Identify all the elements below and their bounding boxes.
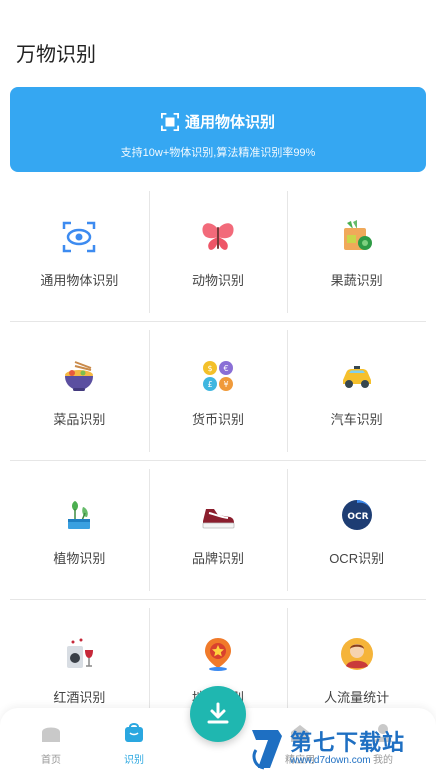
- svg-text:$: $: [207, 364, 212, 373]
- banner-subtitle: 支持10w+物体识别,算法精准识别率99%: [120, 147, 316, 159]
- svg-text:OCR: OCR: [347, 512, 368, 522]
- tile-label: 汽车识别: [330, 412, 383, 427]
- person-icon: [340, 638, 373, 670]
- eye-scan-icon: [63, 221, 96, 253]
- download-icon: [207, 702, 229, 724]
- tile-fruit-vegetable[interactable]: 果蔬识别: [287, 183, 426, 321]
- grid-row: 植物识别 品牌识别 OCR OCR识别: [10, 461, 426, 600]
- tile-general-object[interactable]: 通用物体识别: [10, 183, 149, 321]
- tile-label: 红酒识别: [53, 690, 106, 705]
- tile-label: OCR识别: [329, 551, 385, 566]
- recognition-grid: 通用物体识别 动物识别 果蔬识别 菜品识别 $ € £ ¥ 货币识别 汽车识别 …: [10, 183, 426, 739]
- tile-plant[interactable]: 植物识别: [10, 461, 149, 599]
- plant-icon: [68, 501, 91, 529]
- watermark-text: 第七下载站: [290, 729, 406, 755]
- tile-label: 人流量统计: [324, 690, 390, 705]
- tile-label: 动物识别: [191, 273, 244, 288]
- car-icon: [342, 366, 371, 388]
- download-fab[interactable]: [190, 686, 246, 742]
- butterfly-icon: [202, 223, 234, 250]
- tile-ocr[interactable]: OCR OCR识别: [287, 461, 426, 599]
- vegetable-basket-icon: [343, 220, 372, 250]
- home-icon: [42, 727, 60, 742]
- tile-currency[interactable]: $ € £ ¥ 货币识别: [148, 322, 288, 460]
- nav-home[interactable]: 首页: [21, 722, 81, 766]
- svg-text:£: £: [207, 380, 212, 389]
- tile-dish[interactable]: 菜品识别: [10, 322, 149, 460]
- nav-label: 首页: [41, 755, 61, 766]
- tile-label: 品牌识别: [191, 551, 244, 566]
- watermark-url: www.d7down.com: [290, 754, 371, 766]
- bag-icon: [125, 723, 143, 742]
- tile-label: 植物识别: [53, 551, 106, 566]
- wine-icon: [67, 638, 94, 668]
- nav-label: 识别: [124, 755, 144, 766]
- grid-row: 通用物体识别 动物识别 果蔬识别: [10, 183, 426, 322]
- watermark: 第七下载站 www.d7down.com: [248, 722, 436, 775]
- tile-brand[interactable]: 品牌识别: [148, 461, 288, 599]
- landmark-pin-icon: [204, 638, 231, 671]
- scan-icon: [160, 112, 179, 131]
- tile-label: 果蔬识别: [330, 273, 383, 288]
- noodle-bowl-icon: [65, 361, 94, 391]
- watermark-logo-icon: [252, 729, 282, 769]
- tile-car[interactable]: 汽车识别: [287, 322, 426, 460]
- tile-animal[interactable]: 动物识别: [148, 183, 288, 321]
- banner-title: 通用物体识别: [184, 114, 275, 131]
- coins-icon: $ € £ ¥: [202, 361, 233, 391]
- general-object-recognition-banner[interactable]: 通用物体识别 支持10w+物体识别,算法精准识别率99%: [10, 87, 426, 172]
- nav-recognize[interactable]: 识别: [104, 722, 164, 766]
- tile-label: 菜品识别: [53, 412, 106, 427]
- page-title: 万物识别: [16, 44, 96, 66]
- svg-text:¥: ¥: [223, 380, 228, 389]
- tile-label: 货币识别: [191, 412, 244, 427]
- tile-label: 通用物体识别: [40, 273, 119, 288]
- ocr-icon: OCR: [341, 500, 372, 530]
- grid-row: 菜品识别 $ € £ ¥ 货币识别 汽车识别: [10, 322, 426, 461]
- sneaker-icon: [202, 509, 235, 529]
- svg-text:€: €: [223, 364, 228, 373]
